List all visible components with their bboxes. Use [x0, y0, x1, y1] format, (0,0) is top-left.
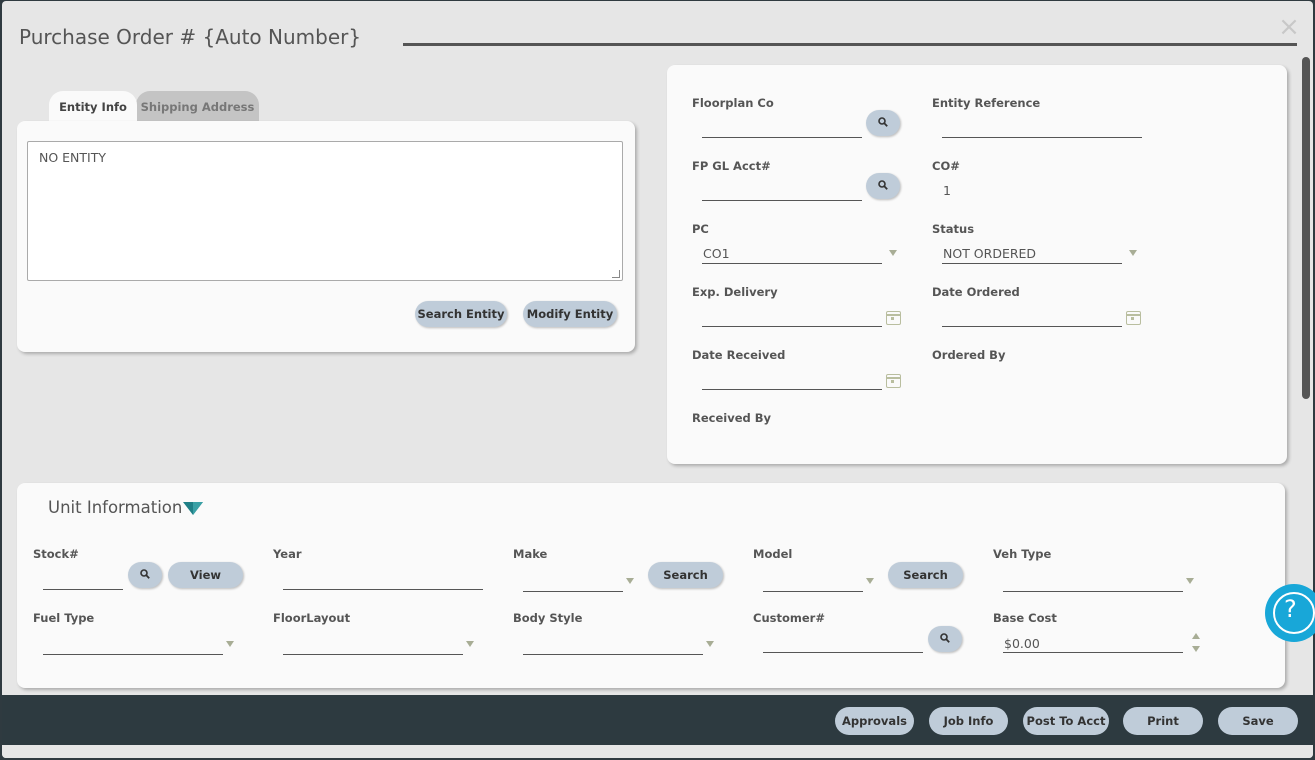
body-style-label: Body Style — [513, 611, 583, 625]
floorplan-co-input[interactable] — [702, 137, 862, 138]
search-icon — [878, 180, 888, 190]
title-divider — [403, 43, 1297, 46]
stock-view-button[interactable]: View — [168, 562, 243, 588]
fp-gl-acct-label: FP GL Acct# — [692, 159, 771, 173]
status-select[interactable] — [942, 263, 1122, 264]
calendar-icon[interactable] — [1126, 311, 1141, 325]
footer-bar — [2, 695, 1313, 745]
job-info-button[interactable]: Job Info — [929, 707, 1008, 735]
entity-textarea[interactable]: NO ENTITY — [27, 141, 623, 281]
help-icon: ? — [1284, 595, 1297, 623]
entity-card: NO ENTITY Search Entity Modify Entity — [17, 121, 635, 352]
fuel-type-label: Fuel Type — [33, 611, 95, 625]
year-label: Year — [273, 547, 302, 561]
date-ordered-input[interactable] — [942, 326, 1122, 327]
pc-select-value[interactable]: CO1 — [703, 246, 730, 261]
model-search-button[interactable]: Search — [888, 562, 963, 588]
pc-select[interactable] — [702, 263, 882, 264]
floorplan-co-label: Floorplan Co — [692, 96, 774, 110]
body-style-dropdown-caret-icon[interactable] — [706, 641, 714, 647]
collapse-chevron-icon[interactable] — [183, 500, 203, 516]
page-title: Purchase Order # {Auto Number} — [19, 25, 362, 49]
pc-dropdown-caret-icon[interactable] — [889, 250, 897, 256]
details-card: Floorplan Co Entity Reference FP GL Acct… — [667, 65, 1287, 464]
floor-layout-select[interactable] — [283, 654, 463, 655]
model-select[interactable] — [763, 591, 863, 592]
fuel-type-select[interactable] — [43, 654, 223, 655]
pc-label: PC — [692, 222, 709, 236]
date-received-label: Date Received — [692, 348, 786, 362]
veh-type-label: Veh Type — [993, 547, 1052, 561]
status-dropdown-caret-icon[interactable] — [1129, 250, 1137, 256]
tab-shipping-address[interactable]: Shipping Address — [136, 91, 259, 123]
co-num-label: CO# — [932, 159, 960, 173]
scrollbar-thumb[interactable] — [1302, 57, 1310, 399]
floorplan-co-search-button[interactable] — [866, 110, 900, 136]
veh-type-select[interactable] — [1003, 591, 1183, 592]
entity-reference-input[interactable] — [942, 137, 1142, 138]
base-cost-label: Base Cost — [993, 611, 1057, 625]
print-button[interactable]: Print — [1123, 707, 1203, 735]
fuel-type-dropdown-caret-icon[interactable] — [226, 641, 234, 647]
search-icon — [878, 117, 888, 127]
date-ordered-label: Date Ordered — [932, 285, 1020, 299]
veh-type-dropdown-caret-icon[interactable] — [1186, 578, 1194, 584]
date-received-input[interactable] — [702, 389, 882, 390]
year-input[interactable] — [283, 589, 483, 590]
status-label: Status — [932, 222, 975, 236]
body-style-select[interactable] — [523, 654, 703, 655]
post-to-acct-button[interactable]: Post To Acct — [1023, 707, 1109, 735]
fp-gl-acct-search-button[interactable] — [866, 173, 900, 199]
modify-entity-button[interactable]: Modify Entity — [523, 301, 617, 327]
floor-layout-dropdown-caret-icon[interactable] — [466, 641, 474, 647]
calendar-icon[interactable] — [886, 311, 901, 325]
close-icon[interactable]: × — [1278, 14, 1300, 40]
search-entity-button[interactable]: Search Entity — [415, 301, 507, 327]
status-select-value[interactable]: NOT ORDERED — [943, 246, 1036, 261]
stock-input[interactable] — [43, 589, 123, 590]
model-dropdown-caret-icon[interactable] — [866, 578, 874, 584]
search-icon — [940, 633, 950, 643]
calendar-icon[interactable] — [886, 374, 901, 388]
base-cost-input[interactable] — [1003, 652, 1183, 653]
tab-entity-info[interactable]: Entity Info — [49, 91, 137, 123]
make-search-button[interactable]: Search — [648, 562, 723, 588]
approvals-button[interactable]: Approvals — [835, 707, 914, 735]
customer-label: Customer# — [753, 611, 825, 625]
purchase-order-modal: Purchase Order # {Auto Number} × Shippin… — [2, 1, 1313, 758]
make-label: Make — [513, 547, 548, 561]
stock-label: Stock# — [33, 547, 79, 561]
make-dropdown-caret-icon[interactable] — [626, 578, 634, 584]
floor-layout-label: FloorLayout — [273, 611, 351, 625]
bottom-strip — [2, 745, 1313, 758]
exp-delivery-input[interactable] — [702, 326, 882, 327]
base-cost-value[interactable]: $0.00 — [1004, 636, 1040, 651]
make-select[interactable] — [523, 591, 623, 592]
entity-reference-label: Entity Reference — [932, 96, 1041, 110]
entity-text-value: NO ENTITY — [39, 150, 107, 165]
ordered-by-label: Ordered By — [932, 348, 1006, 362]
exp-delivery-label: Exp. Delivery — [692, 285, 778, 299]
search-icon — [140, 569, 150, 579]
spinner-arrows-icon[interactable] — [1191, 633, 1201, 653]
customer-search-button[interactable] — [928, 626, 962, 652]
resize-handle-icon[interactable] — [612, 270, 620, 278]
received-by-label: Received By — [692, 411, 772, 425]
unit-information-title: Unit Information — [48, 498, 183, 517]
fp-gl-acct-input[interactable] — [702, 200, 862, 201]
save-button[interactable]: Save — [1218, 707, 1298, 735]
stock-search-button[interactable] — [128, 562, 162, 588]
model-label: Model — [753, 547, 793, 561]
customer-input[interactable] — [763, 652, 923, 653]
co-num-value: 1 — [943, 183, 951, 198]
